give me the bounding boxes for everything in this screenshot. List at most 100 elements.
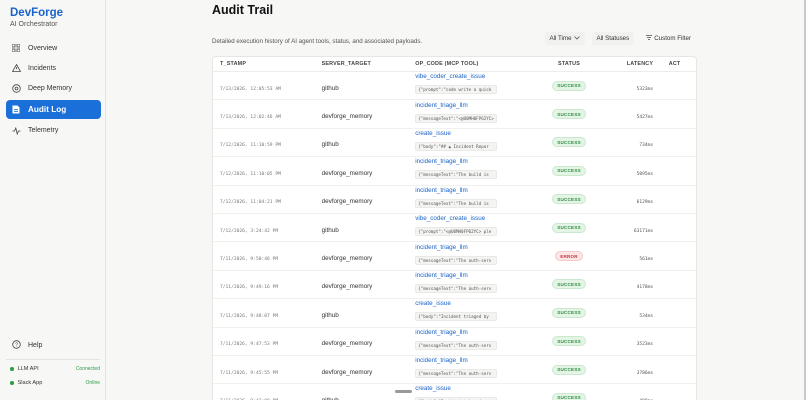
integration-llm-api: LLM API Connected: [10, 366, 100, 372]
grid-icon: [11, 43, 21, 53]
sidebar-item-label: Overview: [28, 44, 58, 52]
op-code-link[interactable]: vibe_coder_create_issue: [415, 72, 540, 81]
table-row[interactable]: 7/11/2026, 9:48:07 PM github create_issue {…: [213, 299, 696, 328]
timestamp: 7/12/2026, 3:24:42 PM: [220, 228, 279, 234]
op-code-link[interactable]: incident_triage_llm: [415, 243, 540, 252]
op-code-link[interactable]: incident_triage_llm: [415, 101, 540, 110]
brand-title[interactable]: DevForge: [10, 6, 63, 20]
integration-status: Online: [85, 380, 100, 386]
status-dot-icon: [10, 381, 14, 385]
status-filter-dropdown[interactable]: All Statuses: [591, 32, 635, 45]
sidebar-item-audit-log[interactable]: Audit Log: [6, 100, 101, 120]
server-target: devforge_memory: [321, 113, 373, 121]
table-row[interactable]: 7/12/2026, 3:24:42 PM github vibe_coder_cr…: [213, 214, 696, 243]
sidebar-item-overview[interactable]: Overview: [6, 39, 101, 57]
svg-text:?: ?: [15, 342, 18, 348]
sidebar-item-incidents[interactable]: Incidents: [6, 59, 101, 77]
table-row[interactable]: 7/11/2026, 9:43:09 PMgithubcreate_issue{…: [213, 384, 696, 400]
op-payload: {"body":"Incident triaged by: [415, 312, 498, 322]
column-header[interactable]: OP_CODE (MCP TOOL): [415, 61, 540, 67]
sidebar-item-telemetry[interactable]: Telemetry: [6, 122, 101, 140]
op-payload: {"prompt":"code write a quick: [415, 85, 498, 95]
timestamp: 7/12/2026, 11:04:21 PM: [220, 200, 281, 206]
op-payload: {"body":"## ▲ Incident Repor: [415, 141, 498, 151]
table-row[interactable]: 7/12/2026, 11:10:05 PM devforge_memory inc…: [213, 157, 696, 186]
server-target: github: [321, 84, 339, 92]
status-dot-icon: [10, 367, 14, 371]
status-badge: SUCCESS: [552, 194, 586, 205]
status-badge: SUCCESS: [552, 165, 586, 176]
latency: 3786ms: [636, 370, 654, 376]
help-label: Help: [28, 342, 43, 349]
op-payload: {"messageText":"The build is: [415, 170, 498, 180]
latency: 5427ms: [636, 115, 654, 121]
op-payload: {"prompt":"<@U0MH0FP62YC> ple: [415, 227, 498, 237]
latency: 5095ms: [636, 171, 654, 177]
table-header: T_STAMP SERVER_TARGET OP_CODE (MCP TOOL)…: [213, 57, 696, 72]
status-badge: SUCCESS: [552, 336, 586, 347]
status-badge: SUCCESS: [552, 307, 586, 318]
custom-filter-label: Custom Filter: [654, 35, 691, 42]
status-badge: SUCCESS: [552, 80, 586, 91]
latency: 4178ms: [636, 285, 654, 291]
server-target: devforge_memory: [321, 368, 373, 376]
op-payload: {"messageText":"The build is: [415, 198, 498, 208]
server-target: devforge_memory: [321, 169, 373, 177]
table-row[interactable]: 7/11/2026, 9:45:55 PM devforge_memory inci…: [213, 356, 696, 385]
help-button[interactable]: ? Help: [12, 340, 42, 351]
table-row[interactable]: 7/13/2026, 12:05:53 AM github vibe_coder_c…: [213, 72, 696, 101]
op-code-link[interactable]: incident_triage_llm: [415, 356, 540, 365]
timestamp: 7/11/2026, 9:48:07 PM: [220, 313, 279, 319]
sidebar-item-deep-memory[interactable]: Deep Memory: [6, 80, 101, 98]
op-code-link[interactable]: incident_triage_llm: [415, 271, 540, 280]
time-filter-dropdown[interactable]: All Time: [544, 32, 585, 45]
timestamp: 7/11/2026, 9:47:53 PM: [220, 342, 279, 348]
warning-icon: [11, 63, 21, 73]
integration-name: Slack App: [17, 380, 43, 386]
column-header[interactable]: ACT: [653, 61, 696, 67]
column-header[interactable]: SERVER_TARGET: [322, 61, 416, 67]
op-code-link[interactable]: incident_triage_llm: [415, 186, 540, 195]
column-header[interactable]: LATENCY: [597, 61, 653, 67]
table-row[interactable]: 7/11/2026, 9:49:16 PM devforge_memory inci…: [213, 271, 696, 300]
op-code-link[interactable]: create_issue: [415, 384, 540, 393]
table-row[interactable]: 7/12/2026, 11:04:21 PM devforge_memory inc…: [213, 186, 696, 214]
server-target: github: [321, 311, 339, 319]
column-header[interactable]: T_STAMP: [213, 61, 322, 67]
custom-filter-button[interactable]: Custom Filter: [641, 32, 696, 45]
table-row[interactable]: 7/11/2026, 9:47:53 PM devforge_memory inci…: [213, 328, 696, 356]
server-target: devforge_memory: [321, 198, 373, 206]
op-payload: {"messageText":"<@U0MH0FP62YC>: [415, 113, 498, 123]
help-icon: ?: [12, 340, 21, 351]
op-payload: {"messageText":"The auth-serv: [415, 283, 498, 293]
memory-icon: [11, 84, 21, 94]
integration-status: Connected: [75, 366, 100, 372]
op-code-link[interactable]: vibe_coder_create_issue: [415, 214, 540, 223]
table-body: 7/13/2026, 12:05:53 AM github vibe_coder_c…: [213, 72, 696, 400]
integration-name: LLM API: [17, 366, 39, 372]
latency: 734ms: [639, 143, 654, 149]
latency: 561ms: [639, 257, 654, 263]
op-code-link[interactable]: create_issue: [415, 129, 540, 138]
sidebar-divider: [6, 359, 100, 360]
table-row[interactable]: 7/13/2026, 12:02:46 AM devforge_memory inc…: [213, 100, 696, 129]
server-target: devforge_memory: [321, 255, 373, 263]
op-code-link[interactable]: incident_triage_llm: [415, 328, 540, 337]
table-row[interactable]: 7/12/2026, 11:10:59 PM github create_issue…: [213, 129, 696, 158]
op-code-link[interactable]: incident_triage_llm: [415, 157, 540, 166]
scroll-handle[interactable]: [395, 390, 412, 393]
latency: 3523ms: [636, 342, 654, 348]
sidebar: DevForge AI Orchestrator Overview Incide…: [0, 0, 106, 400]
table-row[interactable]: 7/11/2026, 9:50:46 PM devforge_memory inci…: [213, 242, 696, 271]
integration-slack-app: Slack App Online: [10, 380, 100, 386]
status-badge: ERROR: [555, 251, 583, 262]
timestamp: 7/11/2026, 9:50:46 PM: [220, 257, 279, 263]
server-target: devforge_memory: [321, 283, 373, 291]
op-code-link[interactable]: create_issue: [415, 299, 540, 308]
column-header[interactable]: STATUS: [541, 61, 598, 67]
timestamp: 7/12/2026, 11:10:05 PM: [220, 171, 281, 177]
sidebar-item-label: Telemetry: [28, 127, 59, 135]
latency: 63171ms: [633, 228, 654, 234]
brand-subtitle: AI Orchestrator: [10, 21, 58, 28]
status-badge: SUCCESS: [552, 279, 586, 290]
